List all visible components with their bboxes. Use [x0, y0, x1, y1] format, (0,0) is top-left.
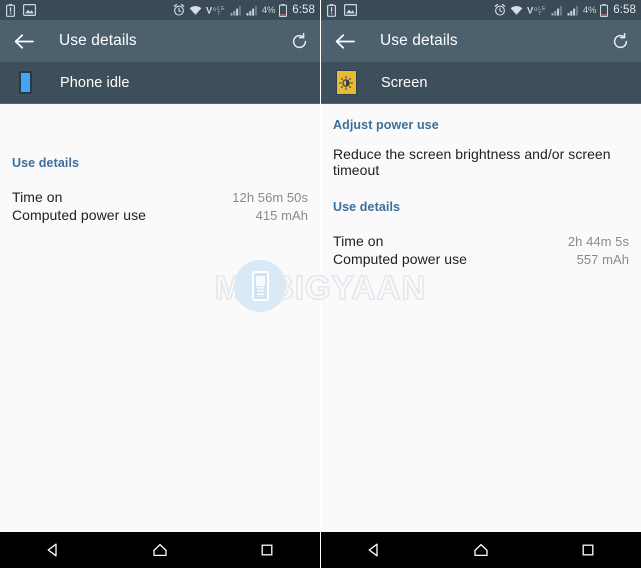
- table-row: Computed power use 415 mAh: [12, 206, 308, 224]
- row-label: Computed power use: [12, 207, 146, 223]
- row-label: Time on: [12, 189, 63, 205]
- use-details-rows: Time on 12h 56m 50s Computed power use 4…: [12, 188, 308, 224]
- svg-text:V: V: [527, 4, 534, 15]
- volte-icon: V o L T E: [527, 4, 547, 16]
- row-value: 415 mAh: [255, 208, 308, 223]
- battery-percent-label: 4%: [261, 4, 276, 16]
- adjust-power-use-description: Reduce the screen brightness and/or scre…: [333, 146, 611, 178]
- table-row: Computed power use 557 mAh: [333, 250, 629, 268]
- nav-home-icon[interactable]: [457, 532, 505, 568]
- row-label: Computed power use: [333, 251, 467, 267]
- signal-bars-sim1-icon: [551, 5, 563, 16]
- entry-title: Screen: [381, 74, 428, 91]
- entry-sub-header: Phone idle: [0, 62, 320, 104]
- signal-bars-sim2-icon: [567, 5, 579, 16]
- table-row: Time on 2h 44m 5s: [333, 232, 629, 250]
- clock-label: 6:58: [292, 4, 315, 16]
- alarm-clock-icon: [173, 4, 185, 16]
- back-arrow-icon[interactable]: [335, 33, 355, 50]
- refresh-icon[interactable]: [612, 32, 629, 50]
- use-details-section-link[interactable]: Use details: [12, 156, 308, 170]
- use-details-section-link[interactable]: Use details: [333, 200, 629, 214]
- brightness-tile: [335, 70, 357, 95]
- app-bar: Use details: [0, 20, 320, 62]
- entry-title: Phone idle: [60, 74, 130, 91]
- use-details-rows: Time on 2h 44m 5s Computed power use 557…: [333, 232, 629, 268]
- phone-screenshot-left: V o L T E 4% 6:58 Use details Phone idle…: [0, 0, 320, 568]
- adjust-power-use-link[interactable]: Adjust power use: [333, 118, 629, 132]
- row-label: Time on: [333, 233, 384, 249]
- entry-sub-header: Screen: [321, 62, 641, 104]
- android-nav-bar: [0, 532, 320, 568]
- wifi-icon: [189, 5, 202, 16]
- alarm-clock-icon: [494, 4, 506, 16]
- phone-idle-icon: [14, 71, 36, 94]
- refresh-icon[interactable]: [291, 32, 308, 50]
- battery-percent-label: 4%: [582, 4, 597, 16]
- row-value: 12h 56m 50s: [232, 190, 308, 205]
- row-value: 2h 44m 5s: [567, 234, 629, 249]
- screen-brightness-icon: [335, 70, 357, 95]
- nav-home-icon[interactable]: [136, 532, 184, 568]
- signal-bars-sim2-icon: [246, 5, 258, 16]
- signal-bars-sim1-icon: [230, 5, 242, 16]
- nav-recents-icon[interactable]: [243, 532, 291, 568]
- status-bar-right-icons: V o L T E 4% 6:58: [494, 3, 636, 17]
- svg-text:E: E: [542, 6, 546, 12]
- status-bar-left-icons: [327, 3, 357, 17]
- screenshot-image-icon: [344, 4, 357, 16]
- status-bar-right-icons: V o L T E 4% 6:58: [173, 3, 315, 17]
- battery-icon: [279, 3, 288, 17]
- page-title: Use details: [380, 32, 458, 49]
- battery-alert-icon: [6, 3, 15, 17]
- app-bar: Use details: [321, 20, 641, 62]
- page-title: Use details: [59, 32, 137, 49]
- dual-screenshot-container: V o L T E 4% 6:58 Use details Phone idle…: [0, 0, 641, 568]
- battery-icon: [600, 3, 609, 17]
- phone-screenshot-right: V o L T E 4% 6:58 Use details Screen Adj…: [321, 0, 641, 568]
- row-value: 557 mAh: [576, 252, 629, 267]
- volte-icon: V o L T E: [206, 4, 226, 16]
- content-top-spacer: [12, 104, 308, 156]
- svg-text:E: E: [221, 6, 225, 12]
- status-bar-left-icons: [6, 3, 36, 17]
- back-arrow-icon[interactable]: [14, 33, 34, 50]
- svg-text:V: V: [206, 4, 213, 15]
- wifi-icon: [510, 5, 523, 16]
- phone-glyph: [18, 71, 32, 94]
- screenshot-image-icon: [23, 4, 36, 16]
- table-row: Time on 12h 56m 50s: [12, 188, 308, 206]
- clock-label: 6:58: [613, 4, 636, 16]
- battery-alert-icon: [327, 3, 336, 17]
- nav-back-icon[interactable]: [350, 532, 398, 568]
- content-area: Use details Time on 12h 56m 50s Computed…: [0, 104, 320, 532]
- adjust-power-use-section: Adjust power use Reduce the screen brigh…: [333, 104, 629, 178]
- android-nav-bar: [321, 532, 641, 568]
- status-bar: V o L T E 4% 6:58: [321, 0, 641, 20]
- nav-recents-icon[interactable]: [564, 532, 612, 568]
- content-area: Adjust power use Reduce the screen brigh…: [321, 104, 641, 532]
- status-bar: V o L T E 4% 6:58: [0, 0, 320, 20]
- nav-back-icon[interactable]: [29, 532, 77, 568]
